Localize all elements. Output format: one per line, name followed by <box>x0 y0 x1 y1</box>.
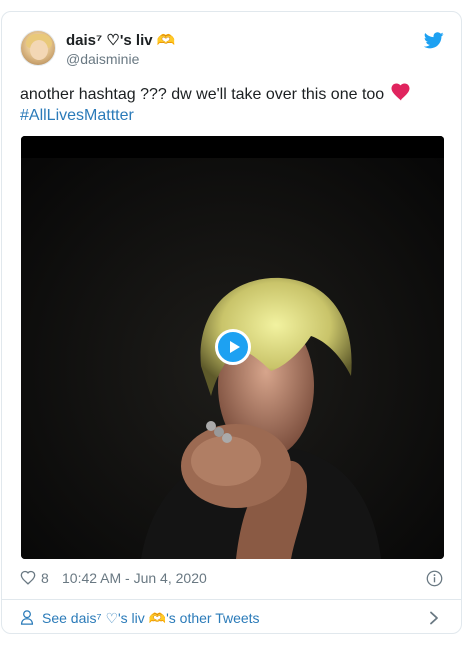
tweet-text: another hashtag ??? dw we'll take over t… <box>20 83 445 126</box>
author-handle[interactable]: @daisminie <box>66 51 139 67</box>
author-avatar[interactable] <box>20 30 56 66</box>
heart-outline-icon[interactable] <box>20 570 36 585</box>
video-player[interactable] <box>21 136 444 559</box>
see-other-tweets-label: See dais⁷ ♡'s liv 🫶's other Tweets <box>42 610 260 626</box>
chevron-right-icon[interactable] <box>429 611 439 625</box>
tweet-text-body: another hashtag ??? dw we'll take over t… <box>20 86 385 103</box>
tweet-text-line: another hashtag ??? dw we'll take over t… <box>20 83 445 105</box>
author-display-name[interactable]: dais⁷ ♡'s liv 🫶 <box>66 31 175 49</box>
play-icon <box>230 341 240 353</box>
twitter-bird-icon[interactable] <box>424 32 444 49</box>
info-icon[interactable] <box>426 570 443 587</box>
play-button[interactable] <box>215 329 251 365</box>
hashtag-link[interactable]: #AllLivesMattter <box>20 105 445 126</box>
like-count: 8 <box>41 570 49 586</box>
avatar-face <box>30 40 48 60</box>
tweet-timestamp[interactable]: 10:42 AM - Jun 4, 2020 <box>62 570 207 586</box>
video-letterbox <box>21 136 444 158</box>
red-heart-emoji-icon <box>391 83 410 101</box>
footer-divider <box>1 599 462 600</box>
user-icon <box>20 610 34 625</box>
